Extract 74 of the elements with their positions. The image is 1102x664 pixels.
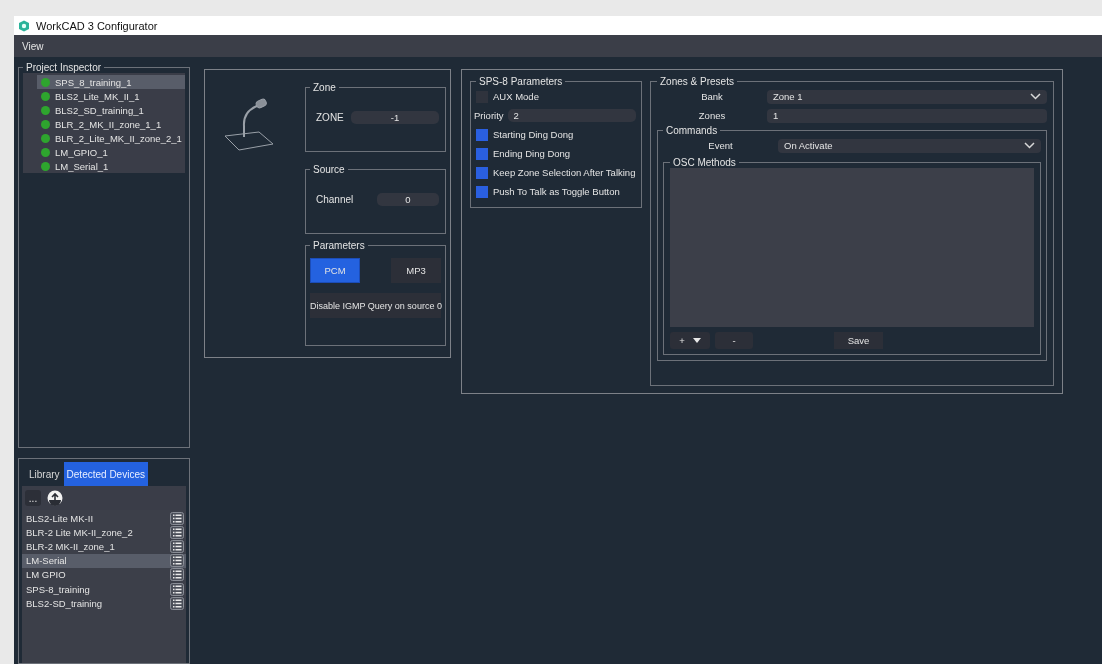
device-item[interactable]: BLR-2 MK-II_zone_1 bbox=[22, 539, 186, 554]
list-icon[interactable] bbox=[170, 554, 184, 568]
device-item[interactable]: BLR-2 Lite MK-II_zone_2 bbox=[22, 525, 186, 540]
bank-dropdown[interactable]: Zone 1 bbox=[767, 89, 1047, 104]
tab[interactable]: Detected Devices bbox=[63, 462, 148, 486]
status-dot-icon bbox=[41, 119, 50, 129]
zone-field[interactable]: -1 bbox=[351, 111, 439, 124]
checkbox-label: Ending Ding Dong bbox=[493, 148, 571, 159]
tree-item[interactable]: BLR_2_MK_II_zone_1_1 bbox=[37, 117, 185, 131]
chevron-down-icon bbox=[1024, 142, 1035, 149]
group-title: Zone bbox=[312, 82, 337, 93]
field-label: Channel bbox=[316, 194, 354, 205]
app-icon bbox=[18, 19, 30, 32]
add-button[interactable]: + bbox=[670, 331, 710, 349]
status-dot-icon bbox=[41, 147, 50, 157]
list-icon[interactable] bbox=[170, 525, 184, 539]
tree-item[interactable]: LM_Serial_1 bbox=[37, 159, 185, 173]
device-item[interactable]: SPS-8_training bbox=[22, 581, 186, 597]
tree-item[interactable]: BLS2_Lite_MK_II_1 bbox=[37, 89, 185, 103]
status-dot-icon bbox=[41, 91, 50, 101]
group-title: SPS-8 Parameters bbox=[478, 76, 564, 87]
group-title: Commands bbox=[665, 125, 719, 136]
channel-field[interactable]: 0 bbox=[377, 193, 439, 206]
checkbox-label: Keep Zone Selection After Talking bbox=[493, 167, 636, 178]
zones-field[interactable]: 1 bbox=[767, 108, 1047, 123]
remove-button[interactable]: - bbox=[715, 331, 753, 349]
tree-item[interactable]: BLR_2_Lite_MK_II_zone_2_1 bbox=[37, 131, 185, 145]
checkbox[interactable] bbox=[476, 128, 488, 141]
field-label: Bank bbox=[700, 91, 724, 102]
tree-item[interactable]: SPS_8_training_1 bbox=[37, 75, 185, 89]
checkbox[interactable] bbox=[476, 147, 488, 160]
list-icon[interactable] bbox=[170, 568, 184, 582]
status-dot-icon bbox=[41, 77, 50, 87]
format-button[interactable]: MP3 bbox=[391, 258, 441, 283]
tree-item[interactable]: LM_GPIO_1 bbox=[37, 145, 185, 159]
field-label: Event bbox=[707, 140, 734, 151]
group-title: Zones & Presets bbox=[659, 76, 735, 87]
list-icon[interactable] bbox=[170, 511, 184, 525]
tree-item[interactable]: BLS2_SD_training_1 bbox=[37, 103, 185, 117]
list-icon[interactable] bbox=[170, 539, 184, 553]
caret-icon bbox=[692, 337, 701, 343]
device-item[interactable]: BLS2-Lite MK-II bbox=[22, 511, 186, 526]
event-dropdown[interactable]: On Activate bbox=[778, 138, 1041, 153]
more-button[interactable]: ... bbox=[25, 490, 41, 506]
menu-item[interactable]: View bbox=[22, 40, 44, 52]
field-label: ZONE bbox=[316, 112, 344, 123]
priority-field[interactable]: 2 bbox=[507, 109, 636, 122]
list-icon[interactable] bbox=[170, 582, 184, 596]
group-title: Source bbox=[312, 164, 346, 175]
checkbox[interactable] bbox=[476, 185, 488, 198]
field-label: Priority bbox=[474, 110, 504, 121]
checkbox-label: AUX Mode bbox=[493, 91, 539, 102]
device-item[interactable]: LM GPIO bbox=[22, 567, 186, 582]
status-dot-icon bbox=[41, 161, 50, 171]
chevron-down-icon bbox=[1030, 93, 1041, 100]
status-dot-icon bbox=[41, 133, 50, 143]
format-button[interactable]: PCM bbox=[310, 258, 360, 283]
device-item[interactable]: LM-Serial bbox=[22, 553, 186, 568]
checkbox[interactable] bbox=[476, 166, 488, 179]
group-title: Project Inspector bbox=[25, 62, 103, 73]
list-icon[interactable] bbox=[170, 596, 184, 610]
upload-icon[interactable] bbox=[47, 490, 63, 506]
group-title: Parameters bbox=[312, 240, 366, 251]
window-title: WorkCAD 3 Configurator bbox=[36, 19, 158, 32]
checkbox-label: Starting Ding Dong bbox=[493, 129, 574, 140]
checkbox-label: Push To Talk as Toggle Button bbox=[493, 186, 620, 197]
device-item[interactable]: BLS2-SD_training bbox=[22, 596, 186, 611]
status-dot-icon bbox=[41, 105, 50, 115]
microphone-drawing bbox=[223, 98, 275, 154]
save-button[interactable]: Save bbox=[834, 331, 883, 349]
igmp-button[interactable]: Disable IGMP Query on source 0 bbox=[310, 293, 441, 318]
group-title: OSC Methods bbox=[672, 157, 737, 168]
tab[interactable]: Library bbox=[25, 462, 64, 486]
field-label: Zones bbox=[697, 110, 727, 121]
